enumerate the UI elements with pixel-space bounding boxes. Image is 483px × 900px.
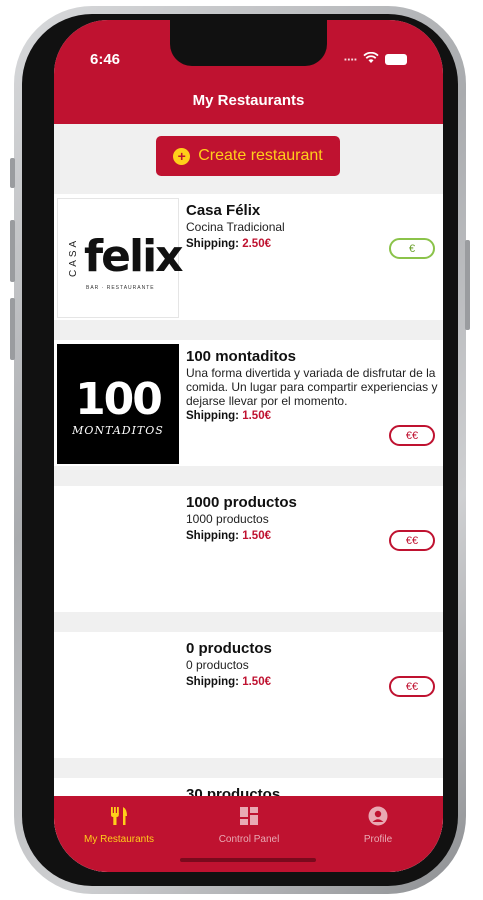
logo-sub-text: BAR · RESTAURANTE xyxy=(86,285,155,291)
fork-knife-icon xyxy=(54,804,184,828)
shipping-value: 1.50€ xyxy=(242,410,271,422)
price-level-badge: €€ xyxy=(389,530,435,551)
restaurant-name: 0 productos xyxy=(186,640,272,657)
dashboard-icon xyxy=(184,804,314,828)
camera-notch xyxy=(170,20,327,66)
user-circle-icon xyxy=(313,804,443,828)
tab-label: Control Panel xyxy=(218,834,280,845)
logo-felix-text: felix xyxy=(84,231,184,282)
shipping-label: Shipping: xyxy=(186,530,240,542)
logo-montaditos-text: MONTADITOS xyxy=(72,424,164,437)
create-restaurant-button[interactable]: + Create restaurant xyxy=(156,136,340,176)
restaurant-name: 1000 productos xyxy=(186,494,297,511)
create-restaurant-label: Create restaurant xyxy=(198,147,323,164)
shipping-row: Shipping: 1.50€ xyxy=(186,410,438,422)
restaurant-description: 1000 productos xyxy=(186,512,269,526)
wifi-icon xyxy=(363,51,379,67)
power-button xyxy=(465,240,470,330)
tab-my-restaurants[interactable]: My Restaurants xyxy=(54,804,184,845)
tab-label: My Restaurants xyxy=(83,834,155,845)
restaurant-name: Casa Félix xyxy=(186,202,261,219)
price-level-badge: € xyxy=(389,238,435,259)
restaurant-name: 100 montaditos xyxy=(186,348,297,365)
restaurant-info: 100 montaditos Una forma divertida y var… xyxy=(186,348,438,422)
shipping-label: Shipping: xyxy=(186,676,240,688)
app-screen: 6:46 ···· My Restaurants + Create restau… xyxy=(54,20,443,872)
restaurant-description: Una forma divertida y variada de disfrut… xyxy=(186,366,438,408)
restaurant-card-1000-productos[interactable]: 1000 productos 1000 productos Shipping: … xyxy=(54,486,443,612)
mute-switch xyxy=(10,158,15,188)
shipping-value: 2.50€ xyxy=(242,238,271,250)
tab-control-panel[interactable]: Control Panel xyxy=(184,804,314,845)
home-indicator[interactable] xyxy=(180,858,316,862)
shipping-value: 1.50€ xyxy=(242,676,271,688)
tab-profile[interactable]: Profile xyxy=(313,804,443,845)
price-level-badge: €€ xyxy=(389,676,435,697)
casa-felix-logo: CASA felix BAR · RESTAURANTE xyxy=(57,198,184,318)
shipping-label: Shipping: xyxy=(186,410,240,422)
tab-label: Profile xyxy=(363,834,393,845)
volume-down-button xyxy=(10,298,15,360)
signal-icon: ···· xyxy=(343,51,358,67)
shipping-label: Shipping: xyxy=(186,238,240,250)
restaurant-card-casa-felix[interactable]: CASA felix BAR · RESTAURANTE Casa Félix … xyxy=(54,194,443,320)
price-level-badge: €€ xyxy=(389,425,435,446)
restaurant-card-0-productos[interactable]: 0 productos 0 productos Shipping: 1.50€ … xyxy=(54,632,443,758)
status-icons: ···· xyxy=(344,51,407,67)
100-montaditos-logo: 100 MONTADITOS xyxy=(57,344,179,464)
page-title: My Restaurants xyxy=(192,92,305,109)
restaurant-description: Cocina Tradicional xyxy=(186,220,285,234)
battery-icon xyxy=(385,53,407,65)
plus-circle-icon: + xyxy=(173,147,191,165)
restaurant-card-100-montaditos[interactable]: 100 MONTADITOS 100 montaditos Una forma … xyxy=(54,340,443,466)
volume-up-button xyxy=(10,220,15,282)
logo-100-text: 100 xyxy=(75,374,163,425)
logo-casa-text: CASA xyxy=(68,237,79,277)
status-time: 6:46 xyxy=(90,51,121,68)
shipping-value: 1.50€ xyxy=(242,530,271,542)
restaurant-description: 0 productos xyxy=(186,658,249,672)
